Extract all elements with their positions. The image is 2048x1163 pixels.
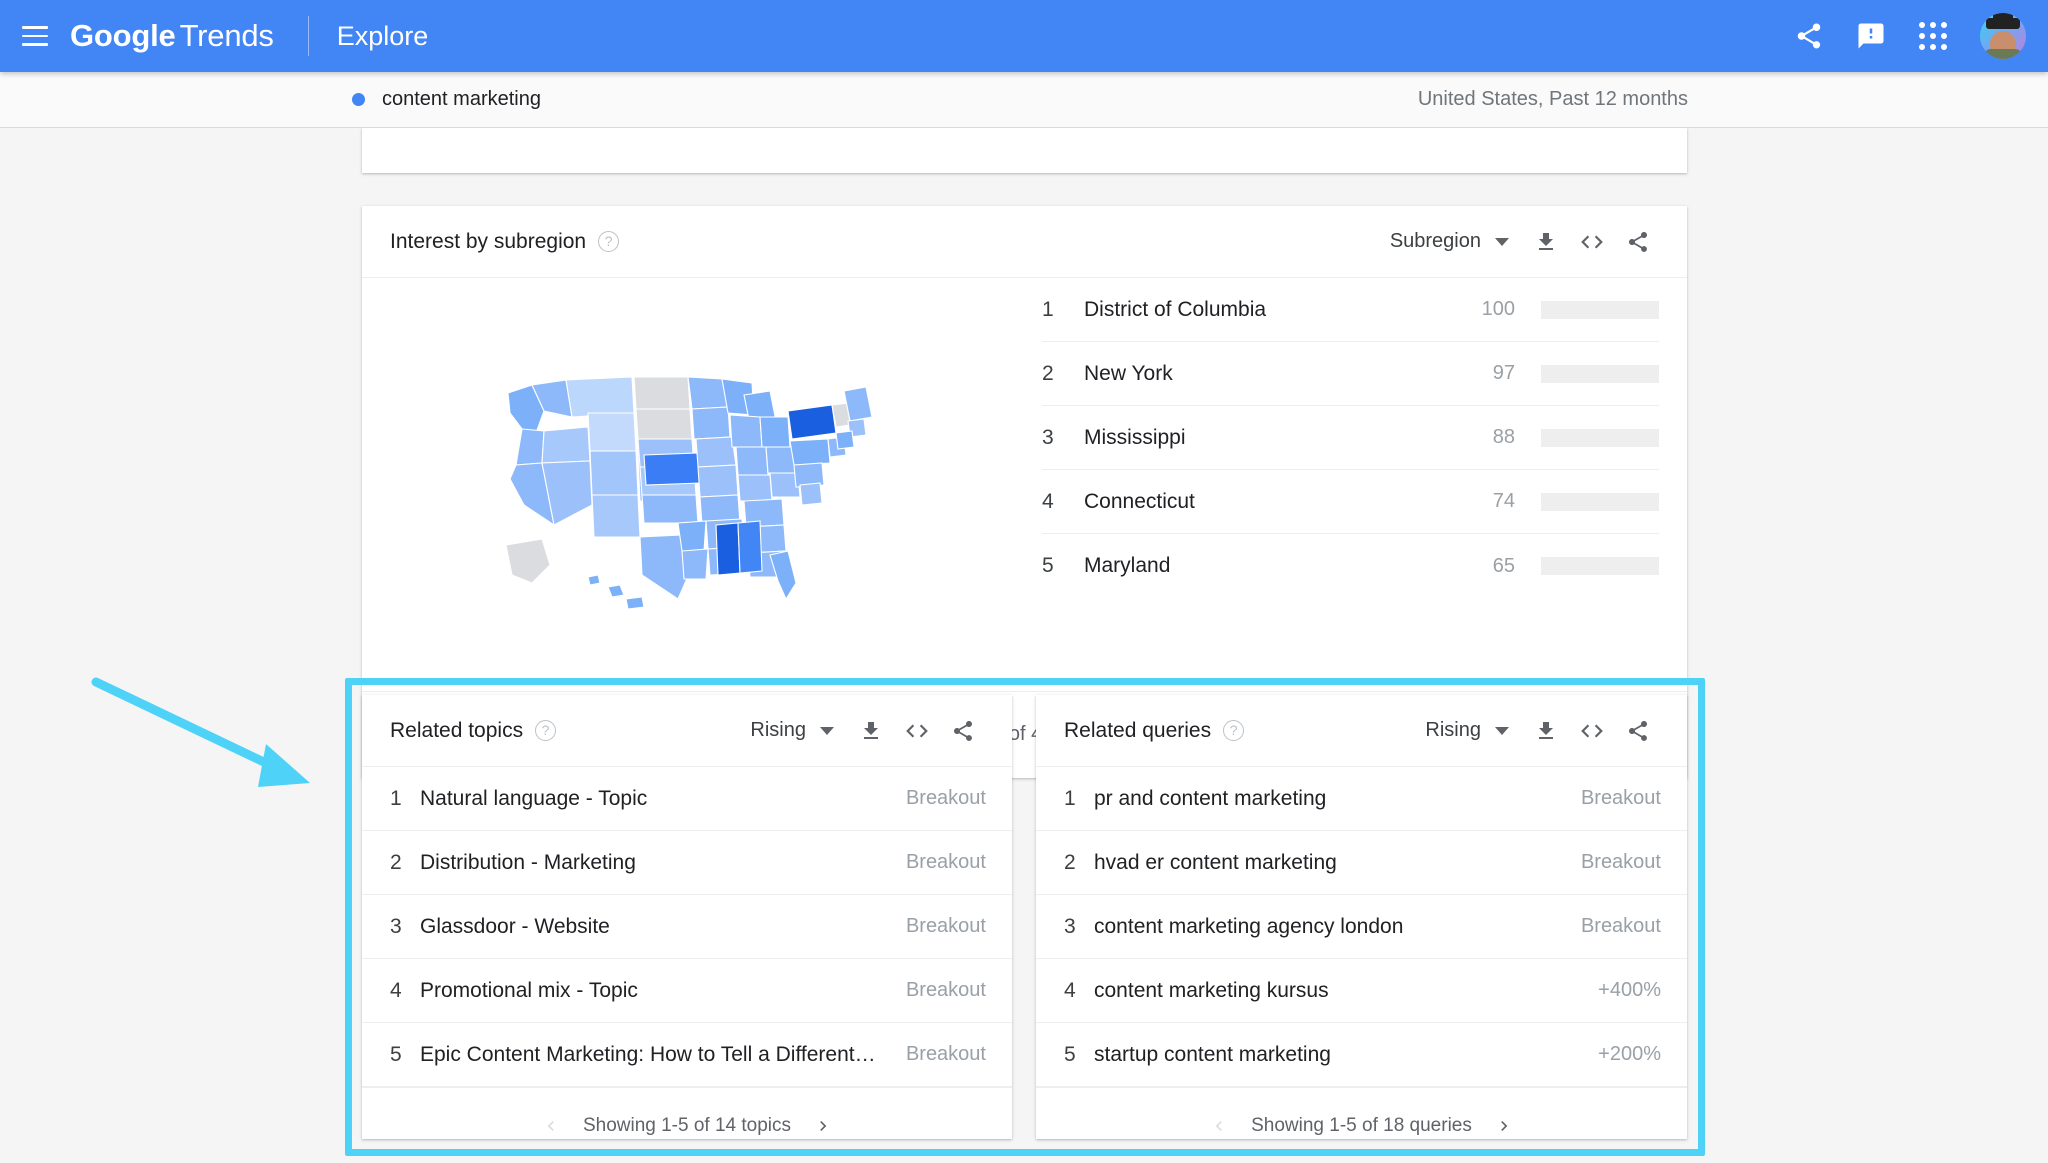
table-row[interactable]: 4 Connecticut 74 [1042, 470, 1659, 534]
help-icon[interactable]: ? [598, 231, 620, 252]
share-glyph [1629, 231, 1647, 252]
geo-panel-body: 1 District of Columbia 100 2 New York 97… [362, 278, 1687, 691]
row-bar-track [1541, 300, 1659, 319]
geo-header-actions: Subregion [1390, 219, 1661, 265]
row-bar-track [1541, 557, 1659, 575]
header-divider [307, 16, 309, 56]
row-value: 97 [1492, 362, 1515, 384]
share-icon[interactable] [1615, 219, 1661, 265]
row-rank: 2 [1042, 361, 1054, 385]
geo-panel-header: Interest by subregion ? Subregion [362, 206, 1687, 278]
feedback-glyph [1858, 23, 1884, 49]
row-name: Connecticut [1084, 489, 1195, 513]
table-row[interactable]: 1 District of Columbia 100 [1042, 278, 1659, 342]
subregion-select-value: Subregion [1389, 230, 1481, 252]
row-rank: 1 [1042, 297, 1054, 321]
brand-google-text: Google [70, 18, 176, 53]
chevron-down-icon [1495, 237, 1509, 246]
share-icon[interactable] [1778, 5, 1840, 67]
row-value: 74 [1492, 490, 1515, 512]
top-app-bar: Google Trends Explore [0, 0, 2048, 72]
google-trends-logo[interactable]: Google Trends [70, 18, 274, 54]
geo-panel-title: Interest by subregion [390, 229, 587, 253]
row-rank: 5 [1042, 554, 1054, 577]
hamburger-menu-icon[interactable] [22, 26, 48, 46]
row-bar-track [1541, 364, 1659, 383]
series-color-dot [352, 93, 365, 106]
brand-trends-text: Trends [179, 18, 274, 53]
row-rank: 3 [1042, 425, 1054, 449]
row-name: Maryland [1084, 554, 1171, 577]
table-row[interactable]: 2 New York 97 [1042, 342, 1659, 406]
previous-card-partial [362, 128, 1687, 173]
query-subheader: content marketing United States, Past 12… [0, 72, 2048, 128]
row-rank: 4 [1042, 489, 1054, 513]
annotation-highlight-box [345, 678, 1705, 1156]
user-avatar[interactable] [1980, 13, 2026, 59]
us-map-svg [505, 375, 873, 610]
apps-grid-icon[interactable] [1902, 5, 1964, 67]
row-bar-track [1541, 492, 1659, 511]
scope-label: United States, Past 12 months [1417, 88, 1688, 110]
row-value: 88 [1492, 426, 1515, 448]
row-value: 100 [1481, 298, 1515, 320]
search-term-label: content marketing [382, 88, 541, 110]
explore-nav-label[interactable]: Explore [337, 21, 429, 52]
embed-glyph [1581, 235, 1603, 248]
row-name: Mississippi [1084, 425, 1186, 449]
subregion-select[interactable]: Subregion [1390, 230, 1509, 253]
appbar-actions [1778, 5, 2048, 67]
row-name: New York [1084, 361, 1173, 385]
feedback-icon[interactable] [1840, 5, 1902, 67]
page-canvas: Interest by subregion ? Subregion 1 Dist… [0, 128, 2048, 1161]
embed-code-icon[interactable] [1569, 219, 1615, 265]
apps-grid-glyph [1919, 22, 1947, 50]
us-choropleth-map[interactable] [362, 278, 1042, 691]
table-row[interactable]: 3 Mississippi 88 [1042, 406, 1659, 470]
row-bar-track [1541, 428, 1659, 447]
subregion-list: 1 District of Columbia 100 2 New York 97… [1042, 278, 1687, 691]
avatar-hat [1986, 18, 2020, 29]
table-row[interactable]: 5 Maryland 65 [1042, 534, 1659, 598]
download-glyph [1539, 232, 1553, 250]
avatar-body [1983, 49, 2023, 59]
search-term-chip[interactable]: content marketing [352, 88, 541, 111]
share-glyph [1797, 23, 1821, 49]
row-name: District of Columbia [1084, 297, 1267, 321]
row-value: 65 [1492, 554, 1515, 577]
download-icon[interactable] [1523, 219, 1569, 265]
